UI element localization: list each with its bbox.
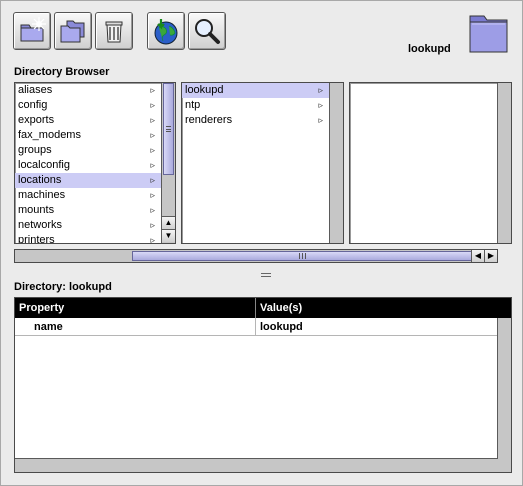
column1-item[interactable]: locations ▹	[15, 173, 161, 188]
new-folder-sparkle-icon	[17, 16, 47, 46]
disclosure-arrow-icon: ▹	[150, 145, 155, 155]
split-view-handle[interactable]	[261, 273, 271, 277]
column-2-list: lookupd ▹ ntp ▹ renderers ▹	[182, 83, 343, 128]
column2-item[interactable]: ntp ▹	[182, 98, 329, 113]
disclosure-arrow-icon: ▹	[150, 175, 155, 185]
column2-item-label: lookupd	[185, 84, 224, 96]
table-header-corner	[497, 298, 511, 318]
scroll-up-arrow-icon[interactable]: ▲	[162, 216, 175, 229]
globe-refresh-icon	[151, 16, 181, 46]
column1-item-label: mounts	[18, 204, 55, 216]
refresh-button[interactable]	[147, 12, 185, 50]
column1-item-label: networks	[18, 219, 63, 231]
disclosure-arrow-icon: ▹	[150, 160, 155, 170]
column1-item-label: printers	[18, 234, 55, 244]
column-header-values[interactable]: Value(s)	[255, 298, 498, 318]
column1-item[interactable]: localconfig ▹	[15, 158, 161, 173]
column2-item[interactable]: lookupd ▹	[182, 83, 329, 98]
column1-item[interactable]: printers ▹	[15, 233, 161, 244]
disclosure-arrow-icon: ▹	[150, 220, 155, 230]
property-value-cell[interactable]: lookupd	[255, 318, 498, 336]
disclosure-arrow-icon: ▹	[150, 100, 155, 110]
browser-column-3[interactable]	[349, 82, 512, 244]
trash-icon	[99, 16, 129, 46]
delete-button[interactable]	[95, 12, 133, 50]
column1-item[interactable]: mounts ▹	[15, 203, 161, 218]
table-row[interactable]: name lookupd	[15, 318, 498, 336]
blue-folder-icon	[467, 8, 511, 59]
column2-item-label: ntp	[185, 99, 201, 111]
browser-scroll-thumb[interactable]	[132, 251, 472, 261]
column2-item-label: renderers	[185, 114, 233, 126]
scroll-left-arrow-icon[interactable]: ◀	[471, 250, 484, 262]
browser-title: Directory Browser	[14, 66, 110, 78]
table-header: Property Value(s)	[15, 298, 498, 318]
scroll-down-arrow-icon[interactable]: ▼	[162, 229, 175, 242]
table-vertical-scrollbar[interactable]	[497, 298, 511, 472]
column1-item[interactable]: machines ▹	[15, 188, 161, 203]
directory-access-window: lookupd Directory Browser aliases ▹ config…	[0, 0, 523, 486]
column1-item-label: localconfig	[18, 159, 70, 171]
disclosure-arrow-icon: ▹	[150, 205, 155, 215]
folders-icon	[58, 16, 88, 46]
open-directory-button[interactable]	[54, 12, 92, 50]
column1-item[interactable]: groups ▹	[15, 143, 161, 158]
property-table[interactable]: Property Value(s) name lookupd	[14, 297, 512, 473]
table-horizontal-scrollbar[interactable]	[15, 458, 498, 472]
column1-item-label: locations	[18, 174, 62, 186]
column-3-scrollbar[interactable]	[497, 83, 511, 243]
column-1-list: aliases ▹ config ▹ exports ▹ fax_modems ▹ groups…	[15, 83, 175, 244]
disclosure-arrow-icon: ▹	[318, 85, 323, 95]
column1-item-label: config	[18, 99, 48, 111]
disclosure-arrow-icon: ▹	[318, 115, 323, 125]
directory-title: Directory: lookupd	[14, 281, 112, 293]
disclosure-arrow-icon: ▹	[150, 190, 155, 200]
search-button[interactable]	[188, 12, 226, 50]
column-1-scroll-thumb[interactable]	[163, 83, 174, 175]
column1-item-label: groups	[18, 144, 52, 156]
column1-item[interactable]: aliases ▹	[15, 83, 161, 98]
magnifier-icon	[192, 16, 222, 46]
scroll-right-arrow-icon[interactable]: ▶	[484, 250, 497, 262]
browser-column-1[interactable]: aliases ▹ config ▹ exports ▹ fax_modems ▹ groups…	[14, 82, 176, 244]
column1-item-label: machines	[18, 189, 66, 201]
disclosure-arrow-icon: ▹	[150, 115, 155, 125]
host-label: lookupd	[408, 43, 451, 55]
property-name-cell: name	[34, 321, 63, 333]
disclosure-arrow-icon: ▹	[150, 85, 155, 95]
disclosure-arrow-icon: ▹	[318, 100, 323, 110]
disclosure-arrow-icon: ▹	[150, 235, 155, 244]
column1-item-label: aliases	[18, 84, 53, 96]
column-2-scrollbar[interactable]	[329, 83, 343, 243]
new-directory-button[interactable]	[13, 12, 51, 50]
column1-item-label: exports	[18, 114, 55, 126]
column1-item[interactable]: exports ▹	[15, 113, 161, 128]
disclosure-arrow-icon: ▹	[150, 130, 155, 140]
column-1-scrollbar[interactable]: ▲ ▼	[161, 83, 175, 243]
column1-item[interactable]: config ▹	[15, 98, 161, 113]
browser-column-2[interactable]: lookupd ▹ ntp ▹ renderers ▹	[181, 82, 344, 244]
column-header-property[interactable]: Property	[15, 298, 255, 318]
column1-item-label: fax_modems	[18, 129, 81, 141]
column1-item[interactable]: fax_modems ▹	[15, 128, 161, 143]
column1-item[interactable]: networks ▹	[15, 218, 161, 233]
browser-horizontal-scrollbar[interactable]: ◀ ▶	[14, 249, 498, 263]
column2-item[interactable]: renderers ▹	[182, 113, 329, 128]
